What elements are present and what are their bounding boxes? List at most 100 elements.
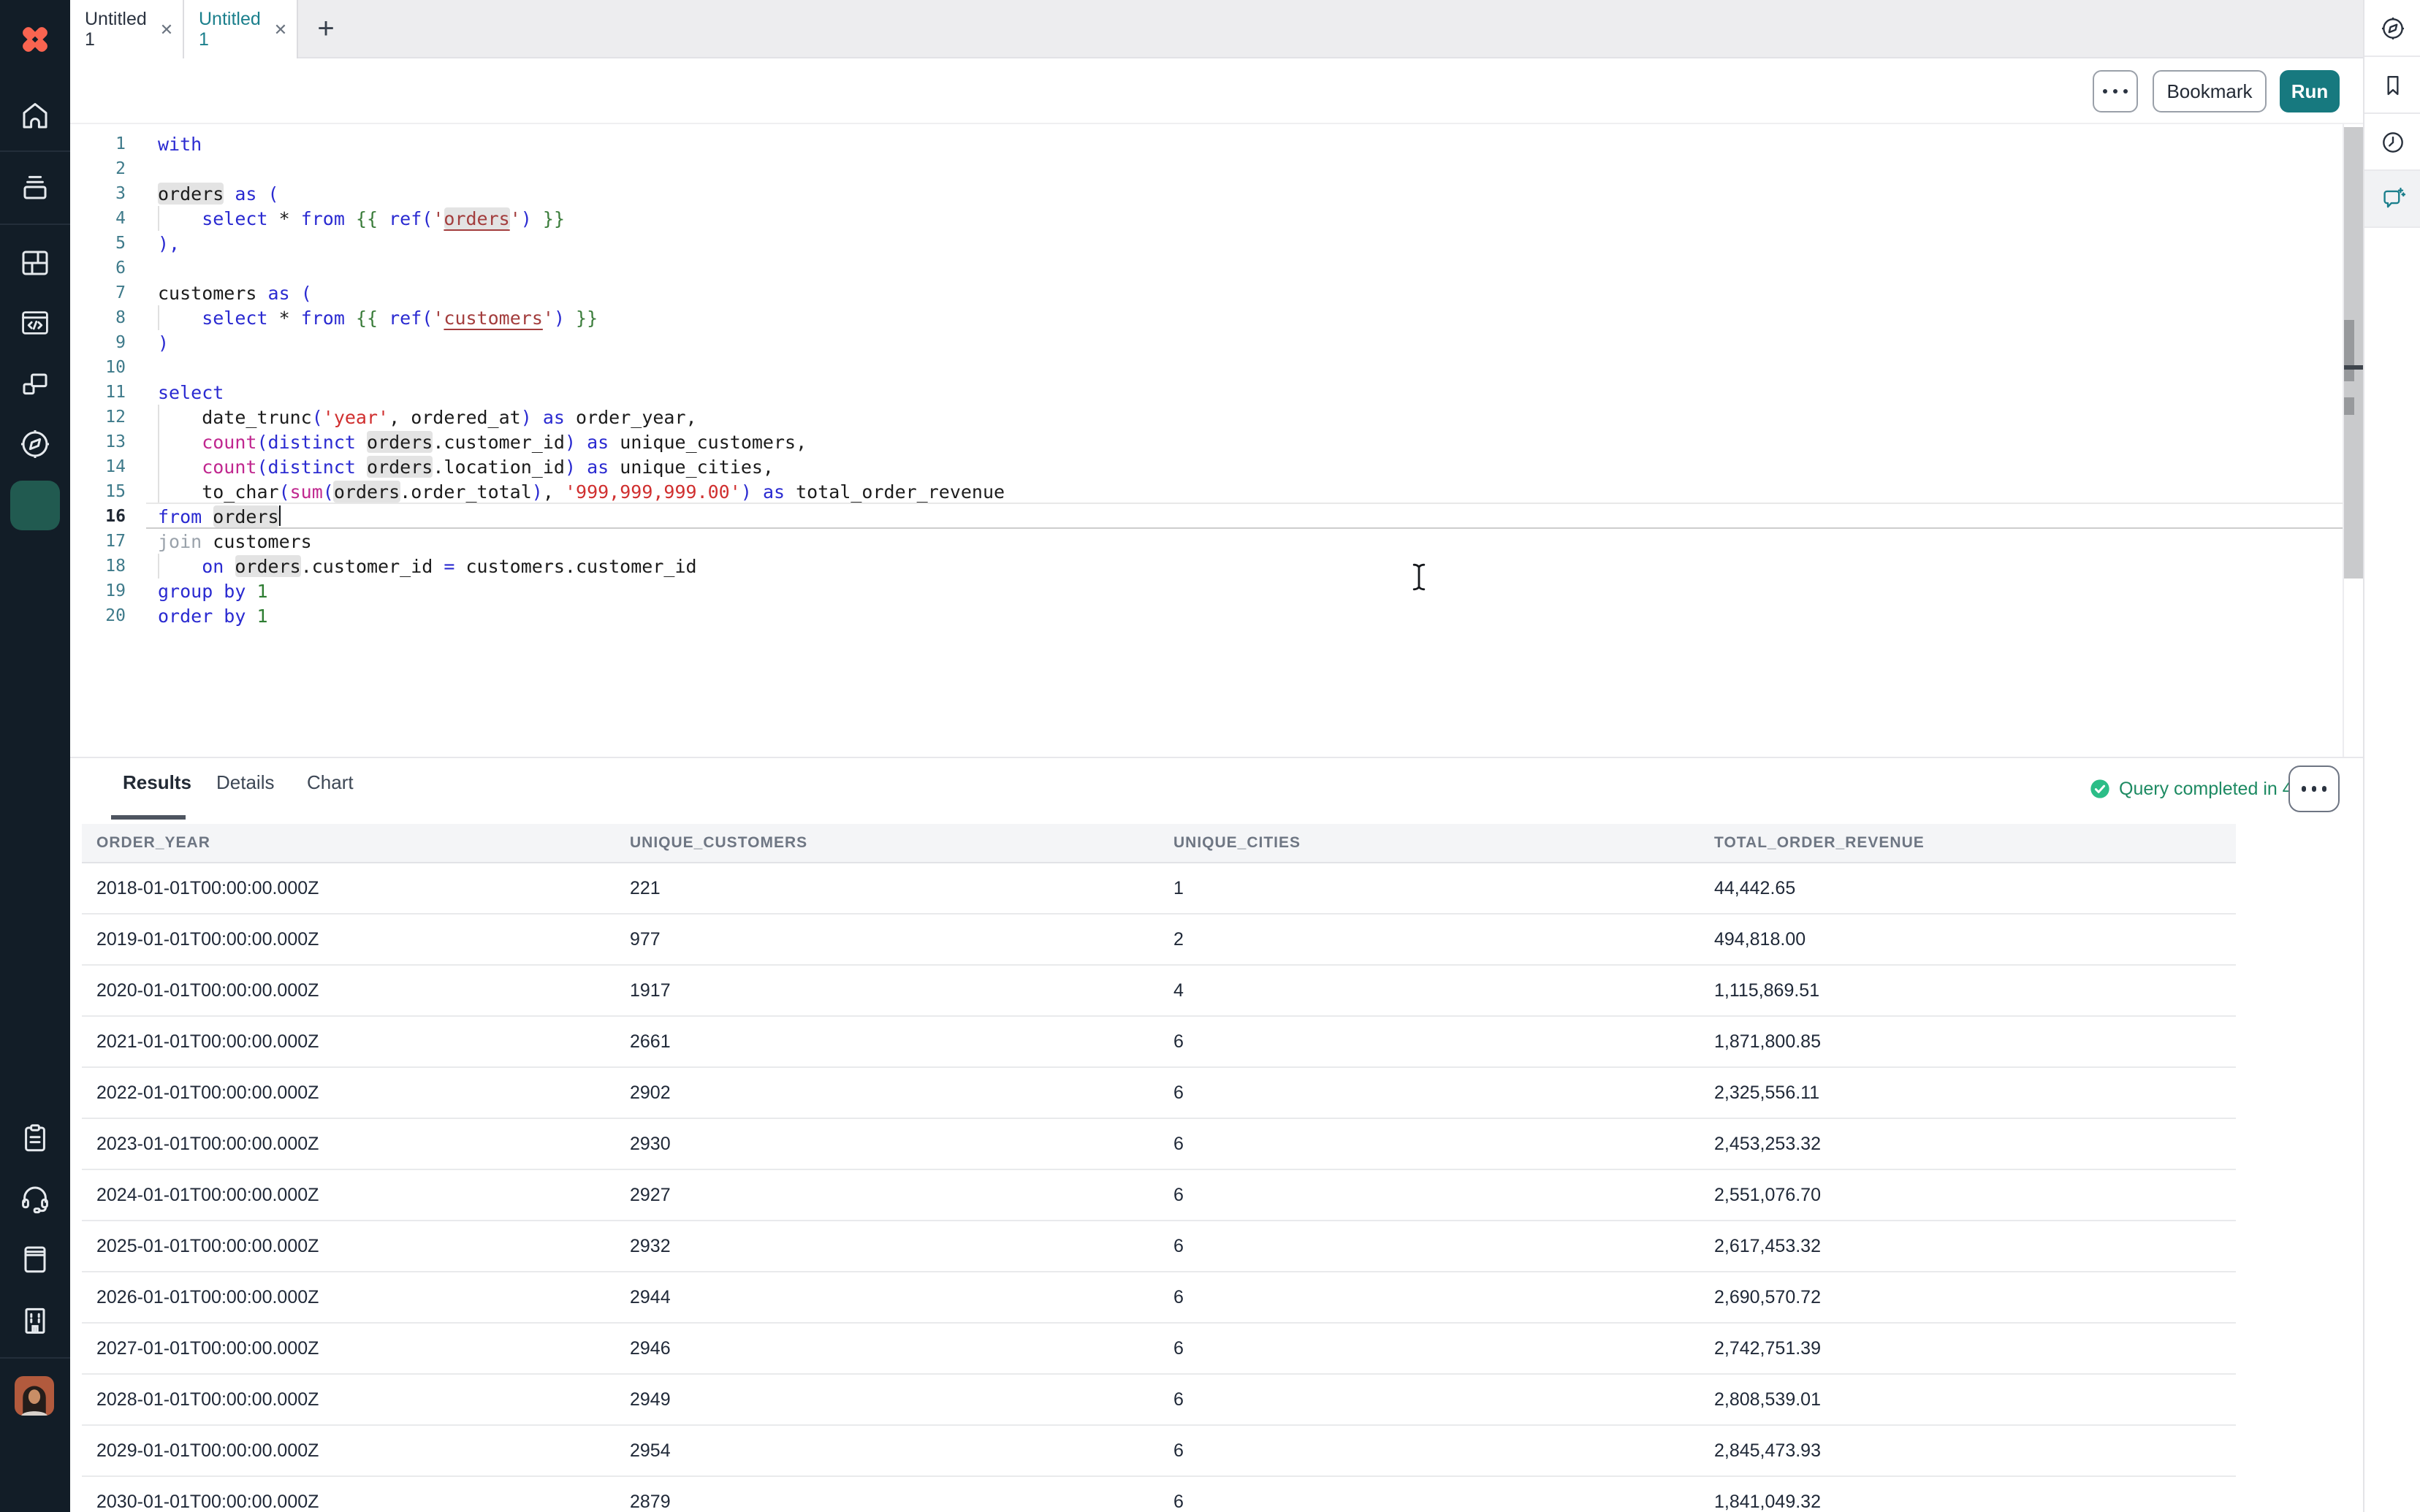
- ellipsis-icon: [2302, 787, 2326, 791]
- rail-item-bookmarks[interactable]: [2364, 57, 2420, 114]
- sql-editor[interactable]: 1with23orders as (4select * from {{ ref(…: [0, 124, 2343, 757]
- line-number: 15: [67, 479, 126, 504]
- code-line[interactable]: order by 1: [158, 603, 268, 628]
- table-cell: 2023-01-01T00:00:00.000Z: [96, 1119, 319, 1170]
- active-line-highlight: [146, 503, 2343, 529]
- code-line[interactable]: date_trunc('year', ordered_at) as order_…: [158, 405, 697, 429]
- table-row[interactable]: 2024-01-01T00:00:00.000Z292762,551,076.7…: [82, 1170, 2236, 1221]
- code-line[interactable]: select * from {{ ref('orders') }}: [158, 206, 565, 231]
- new-tab-button[interactable]: +: [304, 0, 348, 58]
- table-row[interactable]: 2027-01-01T00:00:00.000Z294662,742,751.3…: [82, 1324, 2236, 1375]
- clock-icon: [2379, 128, 2407, 156]
- table-row[interactable]: 2018-01-01T00:00:00.000Z221144,442.65: [82, 863, 2236, 915]
- table-cell: 2,551,076.70: [1714, 1170, 1821, 1221]
- line-number: 13: [67, 429, 126, 454]
- editor-scrollbar-thumb[interactable]: [2344, 320, 2354, 381]
- rail-item-explore-compass[interactable]: [2364, 0, 2420, 57]
- tab-results[interactable]: Results: [123, 771, 191, 793]
- query-status: Query completed in 4s: [2119, 779, 2302, 799]
- sidebar-item-tasks-clipboard[interactable]: [0, 1120, 70, 1156]
- tab-chart[interactable]: Chart: [307, 771, 354, 793]
- line-number: 12: [67, 405, 126, 429]
- sidebar-item-docs-book[interactable]: [0, 1242, 70, 1277]
- table-row[interactable]: 2030-01-01T00:00:00.000Z287961,841,049.3…: [82, 1477, 2236, 1512]
- table-cell: 2021-01-01T00:00:00.000Z: [96, 1017, 319, 1068]
- table-cell: 2661: [630, 1017, 671, 1068]
- sidebar-item-components-windows[interactable]: [0, 367, 70, 402]
- code-line[interactable]: orders as (: [158, 181, 279, 206]
- table-row[interactable]: 2028-01-01T00:00:00.000Z294962,808,539.0…: [82, 1375, 2236, 1426]
- sidebar-item-apps-grid[interactable]: [0, 245, 70, 280]
- table-row[interactable]: 2020-01-01T00:00:00.000Z191741,115,869.5…: [82, 966, 2236, 1017]
- line-number: 16: [67, 504, 126, 529]
- code-line[interactable]: join customers: [158, 529, 312, 554]
- tab-untitled-1[interactable]: Untitled 1 ✕: [70, 0, 184, 58]
- table-cell: 6: [1173, 1068, 1184, 1119]
- table-row[interactable]: 2023-01-01T00:00:00.000Z293062,453,253.3…: [82, 1119, 2236, 1170]
- code-line[interactable]: on orders.customer_id = customers.custom…: [158, 554, 697, 579]
- table-row[interactable]: 2021-01-01T00:00:00.000Z266161,871,800.8…: [82, 1017, 2236, 1068]
- code-line[interactable]: count(distinct orders.location_id) as un…: [158, 454, 774, 479]
- table-row[interactable]: 2026-01-01T00:00:00.000Z294462,690,570.7…: [82, 1272, 2236, 1324]
- results-more-options-button[interactable]: [2288, 765, 2340, 812]
- table-cell: 6: [1173, 1272, 1184, 1324]
- scrollbar-mark: [2344, 397, 2354, 415]
- table-cell: 6: [1173, 1426, 1184, 1477]
- table-row[interactable]: 2019-01-01T00:00:00.000Z9772494,818.00: [82, 915, 2236, 966]
- table-cell: 1,841,049.32: [1714, 1477, 1821, 1512]
- bookmark-button[interactable]: Bookmark: [2153, 70, 2267, 112]
- table-cell: 2022-01-01T00:00:00.000Z: [96, 1068, 319, 1119]
- code-line[interactable]: ): [158, 330, 169, 355]
- windows-icon: [18, 367, 53, 402]
- table-row[interactable]: 2029-01-01T00:00:00.000Z295462,845,473.9…: [82, 1426, 2236, 1477]
- more-options-button[interactable]: [2093, 70, 2138, 112]
- code-line[interactable]: group by 1: [158, 579, 268, 603]
- tab-label: Untitled 1: [85, 9, 147, 50]
- table-cell: 2020-01-01T00:00:00.000Z: [96, 966, 319, 1017]
- column-header-unique_cities[interactable]: UNIQUE_CITIES: [1173, 824, 1301, 863]
- sidebar-item-home[interactable]: [0, 98, 70, 133]
- code-line[interactable]: from orders: [158, 504, 281, 529]
- code-line[interactable]: with: [158, 131, 202, 156]
- hex-logo-icon[interactable]: [16, 20, 54, 58]
- code-line[interactable]: customers as (: [158, 280, 312, 305]
- tab-bar: Untitled 1 ✕ Untitled 1 ✕ +: [70, 0, 2363, 58]
- sidebar-item-collections-tray[interactable]: [0, 169, 70, 205]
- table-cell: 44,442.65: [1714, 863, 1795, 915]
- run-button[interactable]: Run: [2280, 70, 2340, 112]
- table-cell: 977: [630, 915, 661, 966]
- table-cell: 2930: [630, 1119, 671, 1170]
- table-cell: 2018-01-01T00:00:00.000Z: [96, 863, 319, 915]
- rail-item-ai-assistant-chat[interactable]: [2364, 171, 2420, 228]
- table-cell: 2027-01-01T00:00:00.000Z: [96, 1324, 319, 1375]
- column-header-unique_customers[interactable]: UNIQUE_CUSTOMERS: [630, 824, 807, 863]
- sidebar-item-code-app[interactable]: [0, 305, 70, 340]
- table-cell: 6: [1173, 1170, 1184, 1221]
- table-row[interactable]: 2025-01-01T00:00:00.000Z293262,617,453.3…: [82, 1221, 2236, 1272]
- code-line[interactable]: select * from {{ ref('customers') }}: [158, 305, 598, 330]
- table-cell: 1917: [630, 966, 671, 1017]
- close-icon[interactable]: ✕: [160, 20, 173, 39]
- sidebar-item-support-headset[interactable]: [0, 1180, 70, 1215]
- column-header-total_order_revenue[interactable]: TOTAL_ORDER_REVENUE: [1714, 824, 1925, 863]
- sidebar-item-organization-building[interactable]: [0, 1303, 70, 1338]
- tab-details[interactable]: Details: [216, 771, 275, 793]
- tab-untitled-1-secondary[interactable]: Untitled 1 ✕: [184, 0, 298, 58]
- code-line[interactable]: count(distinct orders.customer_id) as un…: [158, 429, 807, 454]
- code-line[interactable]: select: [158, 380, 224, 405]
- sidebar-item-explore-compass[interactable]: [0, 427, 70, 462]
- table-header: ORDER_YEAR UNIQUE_CUSTOMERS UNIQUE_CITIES T…: [82, 824, 2236, 863]
- code-line[interactable]: ),: [158, 231, 180, 256]
- line-number: 1: [67, 131, 126, 156]
- active-tab-indicator: [111, 815, 186, 820]
- rail-item-history-clock[interactable]: [2364, 114, 2420, 171]
- table-cell: 2024-01-01T00:00:00.000Z: [96, 1170, 319, 1221]
- table-cell: 494,818.00: [1714, 915, 1806, 966]
- close-icon[interactable]: ✕: [274, 20, 287, 39]
- column-header-order_year[interactable]: ORDER_YEAR: [96, 824, 210, 863]
- code-line[interactable]: to_char(sum(orders.order_total), '999,99…: [158, 479, 1005, 504]
- table-cell: 2879: [630, 1477, 671, 1512]
- user-avatar[interactable]: [15, 1376, 54, 1416]
- table-row[interactable]: 2022-01-01T00:00:00.000Z290262,325,556.1…: [82, 1068, 2236, 1119]
- line-number: 2: [67, 156, 126, 181]
